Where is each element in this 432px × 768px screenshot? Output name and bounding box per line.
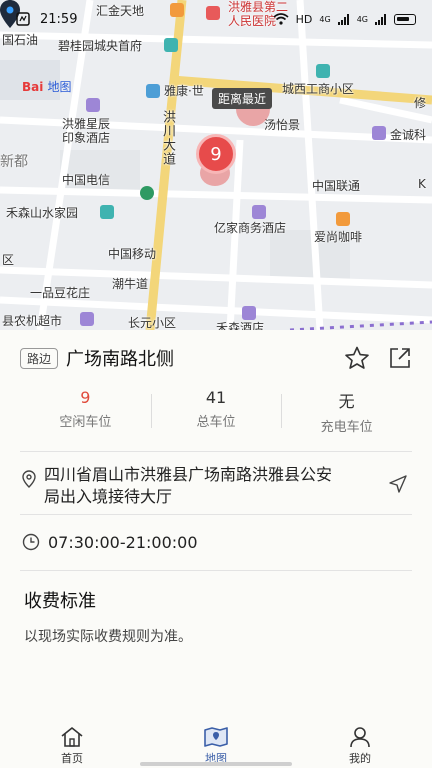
stat-total-label: 总车位 [196,415,236,430]
poi-marker [86,98,100,112]
status-time: 21:59 [40,11,78,27]
user-icon [350,727,370,748]
clock-icon [22,533,40,551]
map-label-k: K [418,177,426,191]
nav-item-home[interactable]: 首页 [0,722,144,768]
stat-free: 9 空闲车位 [20,388,151,438]
stat-charging-label: 充电车位 [320,420,373,435]
map-label-chengxi: 城西工商小区 [282,82,355,96]
poi-marker [316,64,330,78]
title-row: 路边 广场南路北侧 [20,344,412,372]
fee-title: 收费标准 [24,591,96,612]
stat-charging: 无 充电车位 [281,388,412,438]
navigate-icon[interactable] [388,474,408,494]
wifi-icon [273,13,289,25]
distance-tag: 距离最近 [212,88,273,109]
map-label-yakang: 雅康·世 [164,84,204,98]
stat-free-label: 空闲车位 [59,415,112,430]
status-bar: 21:59 HD 4G 4G [0,0,432,38]
parking-detail-sheet: 路边 广场南路北侧 9 空闲车位 41 总车位 无 充电车位 四川省眉山市洪雅县… [0,330,432,722]
poi-marker [372,126,386,140]
map-icon [204,727,228,747]
stat-total: 41 总车位 [150,388,282,438]
poi-marker [242,306,256,320]
map-label-xindu: 新都 [0,154,28,170]
map-label-xiu: 修 [414,96,427,110]
divider [20,451,412,452]
poi-marker [164,38,178,52]
share-icon[interactable] [388,346,412,370]
location-icon [22,470,36,488]
signal-label-1: 4G [319,14,331,24]
map-label-hesen-hotel: 禾森酒店 [216,321,265,330]
map-view[interactable]: 汇金天地 洪雅县第二 人民医院 国石油 碧桂园城央首府 雅康·世 城西工商小区 … [0,0,432,330]
opening-hours: 07:30:00-21:00:00 [48,532,198,552]
map-label-yiyijing: 汤怡景 [264,118,301,132]
app-root: 汇金天地 洪雅县第二 人民医院 国石油 碧桂园城央首府 雅康·世 城西工商小区 … [0,0,432,768]
map-label-qu: 区 [2,253,15,267]
address-row[interactable]: 四川省眉山市洪雅县广场南路洪雅县公安局出入境接待大厅 [22,464,408,510]
home-indicator[interactable] [140,762,292,766]
signal-icon [337,13,349,25]
divider [20,514,412,515]
map-label-biguiyuan: 碧桂园城央首府 [58,39,143,53]
map-label-yipin: 一品豆花庄 [30,286,91,300]
battery-icon [394,13,416,25]
map-label-jincheng: 金诚科 [390,128,427,142]
parking-title: 广场南路北侧 [66,349,175,370]
map-label-changyuan: 长元小区 [128,316,177,330]
map-label-liantong: 中国联通 [312,179,361,193]
stat-charging-value: 无 [338,392,355,411]
map-label-hongchuan-road: 洪川大道 [160,110,175,166]
stat-free-value: 9 [80,388,91,407]
network-type: HD [295,12,313,26]
map-label-yidong: 中国移动 [108,247,157,261]
map-label-aishang: 爱尚咖啡 [314,230,363,244]
nav-label-home: 首页 [61,752,83,765]
hours-row: 07:30:00-21:00:00 [22,530,198,554]
signal-label-2: 4G [356,14,368,24]
poi-marker [336,212,350,226]
nav-item-mine[interactable]: 我的 [288,722,432,768]
parking-cluster-marker[interactable]: 9 [196,134,236,174]
map-label-hotel-2: 印象酒店 [62,131,111,145]
home-icon [61,727,83,747]
map-label-dianxin: 中国电信 [62,173,111,187]
poi-marker [100,205,114,219]
map-label-chaoniu: 潮牛道 [112,277,149,291]
divider [20,570,412,571]
map-label-yijia: 亿家商务酒店 [214,221,287,235]
map-label-hesen: 禾森山水家园 [6,206,79,220]
poi-marker [252,205,266,219]
poi-marker [146,84,160,98]
nav-label-mine: 我的 [349,752,371,765]
parking-stats: 9 空闲车位 41 总车位 无 充电车位 [20,388,412,438]
stat-total-value: 41 [205,388,227,407]
poi-marker [140,186,154,200]
fee-text: 以现场实际收费规则为准。 [24,629,192,645]
roadside-tag: 路边 [20,347,59,369]
address-text: 四川省眉山市洪雅县广场南路洪雅县公安局出入境接待大厅 [44,465,333,506]
poi-marker [80,312,94,326]
map-label-nongji: 县农机超市 [2,314,63,328]
baidu-logo: Bai 地图 [22,80,72,94]
star-icon[interactable] [344,346,370,370]
signal-icon [375,13,386,25]
notification-icon [16,12,30,26]
